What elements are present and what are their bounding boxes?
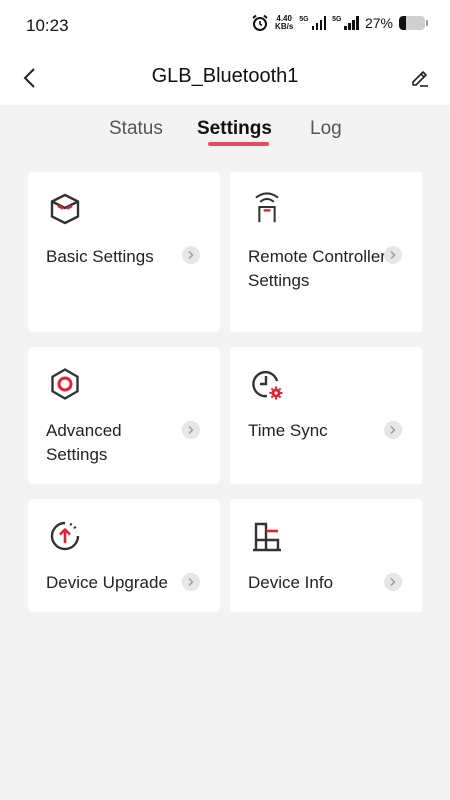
network-type-2: 5G [332,16,342,23]
network-speed-unit: KB/s [275,22,294,31]
device-info-label: Device Info [248,573,334,592]
advanced-settings-card[interactable]: Advanced Settings [28,347,220,484]
upgrade-arrow-icon [50,521,80,551]
chevron-right-icon [182,573,200,591]
battery-cap [426,20,428,26]
network-speed: 4.40 KB/s [275,15,293,31]
remote-controller-icon [255,192,279,223]
device-upgrade-card[interactable]: Device Upgrade [28,499,220,612]
battery-percent: 27% [364,15,393,31]
signal-icon [311,16,327,30]
battery-level-fill [399,16,407,30]
hexagon-gear-icon [51,368,79,400]
chevron-right-icon [182,246,200,264]
basic-settings-label: Basic Settings [46,247,154,266]
chevron-right-icon [384,246,402,264]
tab-settings[interactable]: Settings [197,118,272,140]
remote-controller-settings-card[interactable]: Remote Controller Settings [230,172,422,332]
status-time: 10:23 [26,16,69,35]
device-info-icon [253,522,281,552]
advanced-settings-label: Advanced Settings [46,421,122,464]
status-indicators: 4.40 KB/s 5G 5G 27% [251,14,428,32]
device-upgrade-label: Device Upgrade [46,573,168,592]
page-title: GLB_Bluetooth1 [151,65,299,87]
active-tab-indicator [208,142,269,146]
network-type-1: 5G [299,16,309,23]
pencil-icon [412,71,428,87]
device-info-card[interactable]: Device Info [230,499,422,612]
signal-icon-2 [344,16,359,30]
chevron-right-icon [384,573,402,591]
time-sync-card[interactable]: Time Sync [230,347,422,484]
battery-icon [399,16,425,30]
basic-settings-card[interactable]: Basic Settings [28,172,220,332]
time-sync-label: Time Sync [248,421,328,440]
chevron-right-icon [384,421,402,439]
status-bar: 10:23 4.40 KB/s 5G 5G 27% [0,0,450,52]
clock-gear-icon [252,370,283,400]
tab-log[interactable]: Log [310,118,342,140]
app-header: GLB_Bluetooth1 [0,52,450,105]
chevron-right-icon [182,421,200,439]
alarm-icon [252,14,268,31]
edit-button[interactable] [404,62,436,94]
tab-status[interactable]: Status [109,118,163,140]
remote-controller-settings-label: Remote Controller Settings [248,247,386,290]
cube-icon [50,193,80,225]
